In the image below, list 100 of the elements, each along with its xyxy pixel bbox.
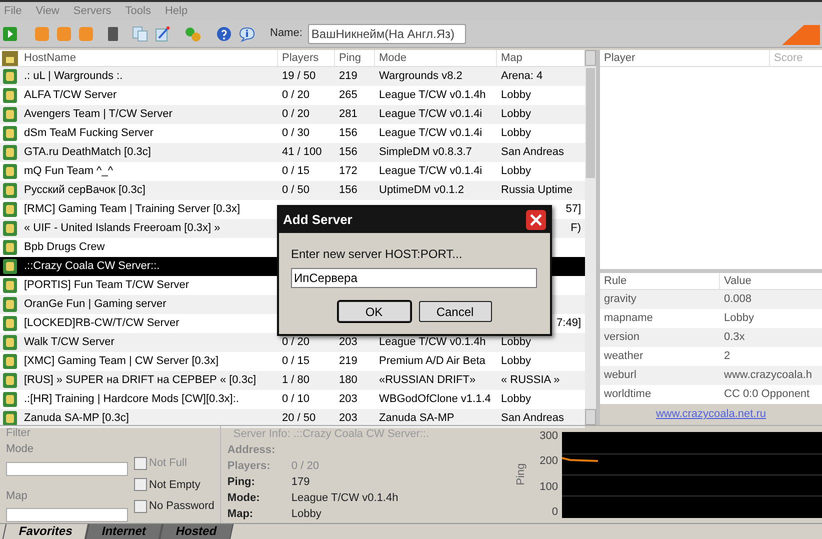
table-cell: San Andreas <box>501 146 564 158</box>
table-cell-text: 57] <box>566 202 581 218</box>
table-cell: 0 / 10 <box>282 393 310 406</box>
table-cell: 41 / 100 <box>282 146 322 158</box>
table-cell: Lobby <box>501 165 531 178</box>
table-cell: weather <box>604 350 644 362</box>
table-cell: 203 <box>339 336 358 348</box>
table-cell: GTA.ru DeathMatch [0.3c] <box>24 146 151 158</box>
table-cell: 265 <box>339 89 358 102</box>
table-cell-text: F) <box>570 221 581 236</box>
table-cell: League T/CW v0.1.4h <box>379 89 486 102</box>
table-cell-text: 7:49] <box>556 316 581 332</box>
field-value: League T/CW v0.1.4h <box>291 491 398 506</box>
table-cell: Lobby <box>501 393 531 406</box>
table-cell: 219 <box>339 355 358 368</box>
table-cell: weburl <box>604 369 636 382</box>
table-cell: League T/CW v0.1.4i <box>379 127 482 140</box>
table-cell: League T/CW v0.1.4i <box>379 165 482 178</box>
table-cell: ALFA T/CW Server <box>24 89 117 102</box>
table-cell: 219 <box>339 70 358 82</box>
table-cell: [XMC] Gaming Team | CW Server [0.3x] <box>24 355 219 368</box>
tick-label: 0 <box>552 507 558 518</box>
field-label: Address: <box>227 444 276 456</box>
table-cell: OranGe Fun | Gaming server <box>24 298 166 310</box>
table-cell: [LOCKED]RB-CW/T/CW Server <box>24 317 180 330</box>
table-cell: mQ Fun Team ^_^ <box>24 165 113 178</box>
table-cell: League T/CW v0.1.4i <box>379 108 482 120</box>
table-cell: 19 / 50 <box>282 70 316 82</box>
table-cell: Zanuda SA-MP [0.3c] <box>24 412 129 424</box>
table-cell: « UIF - United Islands Freeroam [0.3x] » <box>24 222 220 234</box>
table-cell: Wargrounds v8.2 <box>379 70 462 82</box>
table-cell: Lobby <box>501 108 531 120</box>
table-cell: Arena: 4 <box>501 70 543 82</box>
table-cell: 0 / 20 <box>282 108 310 120</box>
table-cell: 156 <box>339 184 358 196</box>
table-cell: 20 / 50 <box>282 412 316 424</box>
table-cell: Walk T/CW Server <box>24 336 114 348</box>
table-cell: SimpleDM v0.8.3.7 <box>379 146 472 158</box>
axis-label: Ping <box>514 463 528 486</box>
table-cell: Zanuda SA-MP <box>379 412 454 424</box>
table-cell: 0 / 50 <box>282 184 310 196</box>
table-cell: dSm TeaM Fucking Server <box>24 127 154 140</box>
table-cell: San Andreas <box>501 412 564 424</box>
table-cell: UptimeDM v0.1.2 <box>379 184 464 196</box>
field-label: Map <box>6 488 28 504</box>
field-label: Mode <box>6 442 35 457</box>
table-cell: Russia Uptime <box>501 184 573 196</box>
field-value: Lobby <box>291 507 322 522</box>
table-cell: .::Crazy Coala CW Server::. <box>24 260 160 272</box>
table-cell: version <box>604 331 640 344</box>
tick-label: 300 <box>540 430 558 442</box>
table-cell: Avengers Team | T/CW Server <box>24 108 172 120</box>
table-cell: 203 <box>339 412 358 424</box>
name-label: Name: <box>270 26 302 42</box>
field-label: Mode: <box>227 492 260 504</box>
table-cell: Bpb Drugs Crew <box>24 241 105 254</box>
table-cell: gravity <box>604 293 636 306</box>
table-cell: [RMC] Gaming Team | Training Server [0.3x] <box>24 203 240 216</box>
table-cell: 0 / 20 <box>282 336 310 348</box>
field-value: 179 <box>291 475 310 490</box>
table-cell: Lobby <box>724 312 754 324</box>
table-cell: www.crazycoala.h <box>724 369 812 382</box>
table-cell: WBGodOfClone v1.1.4 <box>379 393 491 406</box>
table-cell: .: uL | Wargrounds :. <box>24 70 123 82</box>
table-cell: Lobby <box>501 89 531 102</box>
table-cell: 0 / 15 <box>282 355 310 368</box>
table-cell: Premium A/D Air Beta <box>379 355 486 368</box>
table-cell: 180 <box>339 374 358 386</box>
field-label: Map: <box>227 508 254 520</box>
prompt-text: Enter new server HOST:PORT... <box>291 246 464 263</box>
dialog-title: Add Server <box>283 211 352 230</box>
table-cell: Русский серВачок [0.3c] <box>24 184 146 196</box>
table-cell: 0 / 20 <box>282 89 310 102</box>
table-cell: 281 <box>339 108 358 120</box>
table-cell: CC 0:0 Opponent <box>724 388 810 400</box>
field-value: 0 / 20 <box>291 459 319 474</box>
tick-label: 100 <box>540 482 558 493</box>
field-label: Ping: <box>227 476 255 488</box>
table-cell: 0.3x <box>724 331 745 344</box>
field-label: Players: <box>227 460 270 472</box>
table-cell: .:[HR] Training | Hardcore Mods [CW][0.3x]:. <box>24 393 239 406</box>
table-cell: worldtime <box>604 388 652 400</box>
group-title: Server Info: .::Crazy Coala CW Server::. <box>233 427 430 442</box>
table-cell: 172 <box>339 165 358 178</box>
table-cell: Lobby <box>501 336 531 348</box>
tick-label: 200 <box>540 456 558 468</box>
table-cell: League T/CW v0.1.4h <box>379 336 486 348</box>
table-cell: 156 <box>339 127 358 140</box>
table-cell: [RUS] » SUPER на DRIFT на СЕРВЕР « [0.3c] <box>24 374 256 386</box>
table-cell: 2 <box>724 350 730 362</box>
table-cell: [PORTIS] Fun Team T/CW Server <box>24 279 190 292</box>
table-cell: Lobby <box>501 127 531 140</box>
table-cell: « RUSSIA » <box>501 374 560 386</box>
table-cell: 0.008 <box>724 293 752 306</box>
group-title: Filter <box>6 427 32 439</box>
table-cell: «RUSSIAN DRIFT» <box>379 374 476 386</box>
table-cell: 0 / 15 <box>282 165 310 178</box>
table-cell: 203 <box>339 393 358 406</box>
table-cell: mapname <box>604 312 653 324</box>
table-cell: 156 <box>339 146 358 158</box>
